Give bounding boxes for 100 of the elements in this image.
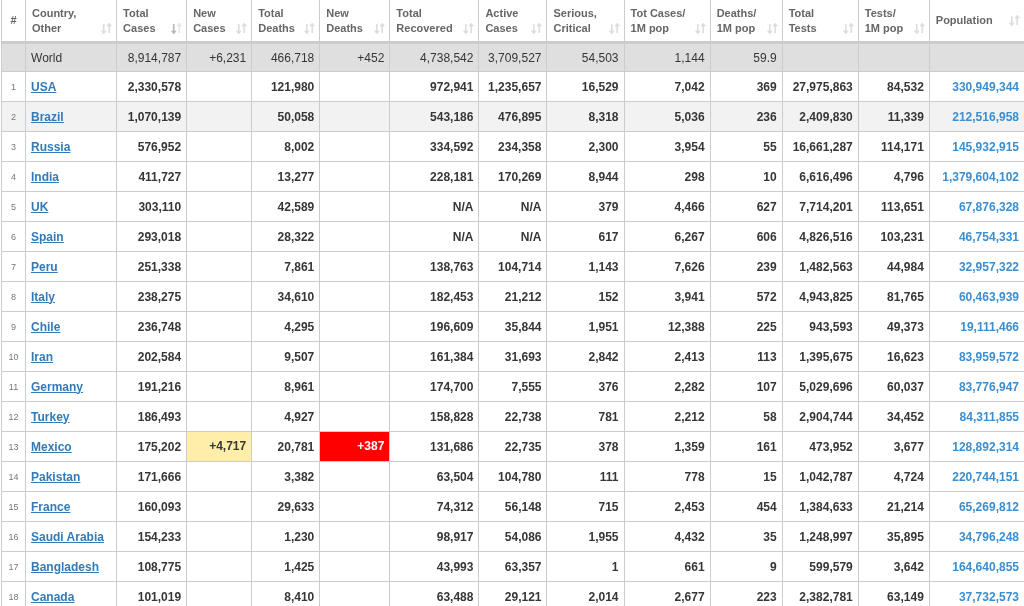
country-link[interactable]: Iran (31, 349, 54, 364)
table-cell: 1,248,997 (799, 529, 853, 544)
country-link[interactable]: Peru (31, 259, 58, 274)
table-cell: 3,382 (284, 469, 315, 484)
table-cell: 5,029,696 (799, 379, 853, 394)
country-link[interactable]: Chile (31, 319, 61, 334)
population-value: 46,754,331 (958, 229, 1019, 244)
table-cell: 1,230 (284, 529, 315, 544)
sort-icon[interactable] (842, 22, 854, 34)
population-value: 83,776,947 (958, 379, 1019, 394)
table-cell: 476,895 (498, 109, 542, 124)
table-cell: 84,532 (887, 79, 924, 94)
table-cell: 228,181 (430, 169, 474, 184)
table-cell: 34,452 (887, 409, 924, 424)
column-label: Tot Cases/ 1M pop (630, 5, 686, 36)
population-value: 145,932,915 (952, 139, 1019, 154)
rank-number: 9 (11, 321, 16, 332)
table-cell: 21,212 (504, 289, 542, 304)
table-cell: 466,718 (270, 50, 315, 65)
sort-icon[interactable] (694, 22, 706, 34)
table-cell: 98,917 (436, 529, 474, 544)
country-link[interactable]: Brazil (31, 109, 64, 124)
rank-number: 12 (8, 411, 19, 422)
table-cell: 182,453 (430, 289, 474, 304)
table-cell: 7,626 (674, 259, 705, 274)
table-cell: 1,144 (674, 50, 705, 65)
table-cell: 15 (763, 469, 777, 484)
rank-number: 4 (11, 171, 16, 182)
table-cell: N/A (520, 229, 542, 244)
sort-icon[interactable] (171, 22, 183, 34)
population-value: 67,876,328 (958, 199, 1019, 214)
country-link[interactable]: USA (31, 79, 57, 94)
table-cell: 8,002 (284, 139, 315, 154)
rank-number: 16 (8, 531, 19, 542)
table-cell: 108,775 (137, 559, 182, 574)
table-cell: 11,339 (887, 109, 924, 124)
sort-icon[interactable] (913, 22, 925, 34)
rank-number: 14 (8, 471, 19, 482)
table-cell: 8,410 (284, 589, 315, 604)
table-cell: 238,275 (137, 289, 182, 304)
table-cell: 191,216 (137, 379, 182, 394)
column-label: Active Cases (485, 5, 519, 36)
table-cell: N/A (520, 199, 542, 214)
table-cell: 170,269 (498, 169, 542, 184)
table-cell: 8,961 (284, 379, 315, 394)
table-cell: 138,763 (430, 259, 474, 274)
table-cell: N/A (452, 199, 474, 214)
population-value: 34,796,248 (958, 529, 1019, 544)
country-link[interactable]: Spain (31, 229, 64, 244)
table-cell: 121,980 (270, 79, 315, 94)
population-value: 84,311,855 (959, 409, 1019, 424)
sort-icon[interactable] (374, 22, 386, 34)
column-label: Total Tests (788, 5, 817, 36)
country-link[interactable]: UK (31, 199, 49, 214)
table-cell: +452 (357, 50, 385, 65)
table-cell: 107 (756, 379, 777, 394)
table-cell: 103,231 (880, 229, 924, 244)
column-label: Country, Other (32, 5, 77, 36)
country-link[interactable]: India (31, 169, 60, 184)
table-cell: 4,466 (674, 199, 705, 214)
table-cell: 3,642 (893, 559, 924, 574)
table-cell: 3,954 (674, 139, 705, 154)
table-cell: 1,384,633 (799, 499, 853, 514)
table-cell: 54,086 (504, 529, 542, 544)
rank-number: 17 (8, 561, 19, 572)
table-cell: 160,093 (137, 499, 182, 514)
table-cell: 473,952 (809, 439, 853, 454)
sort-icon[interactable] (608, 22, 620, 34)
table-cell: 63,504 (436, 469, 474, 484)
table-cell: 778 (684, 469, 705, 484)
table-cell: 196,609 (430, 319, 474, 334)
sort-icon[interactable] (101, 22, 113, 34)
sort-icon[interactable] (531, 22, 543, 34)
table-cell: 114,171 (881, 139, 924, 154)
table-cell: 3,709,527 (488, 50, 542, 65)
table-cell: 50,058 (277, 109, 315, 124)
sort-icon[interactable] (463, 22, 475, 34)
table-cell: 2,413 (674, 349, 705, 364)
table-cell: 225 (756, 319, 777, 334)
sort-icon[interactable] (236, 22, 248, 34)
table-cell: 293,018 (137, 229, 182, 244)
table-cell: 2,300 (588, 139, 619, 154)
rank-number: 8 (11, 291, 16, 302)
table-cell: 58 (763, 409, 777, 424)
population-value: 1,379,604,102 (942, 169, 1019, 184)
table-cell: 8,318 (588, 109, 619, 124)
table-cell: 2,409,830 (799, 109, 853, 124)
table-cell: 43,993 (436, 559, 474, 574)
table-cell: 236 (756, 109, 777, 124)
sort-icon[interactable] (1009, 15, 1020, 26)
table-cell: 2,212 (674, 409, 705, 424)
table-cell: 152 (598, 289, 619, 304)
table-cell: 1,425 (284, 559, 315, 574)
country-link[interactable]: Italy (31, 289, 56, 304)
rank-number: 5 (11, 201, 16, 212)
table-cell: 715 (598, 499, 619, 514)
table-cell: 2,282 (674, 379, 705, 394)
sort-icon[interactable] (304, 22, 316, 34)
sort-icon[interactable] (766, 22, 778, 34)
table-cell: 411,727 (138, 169, 182, 184)
